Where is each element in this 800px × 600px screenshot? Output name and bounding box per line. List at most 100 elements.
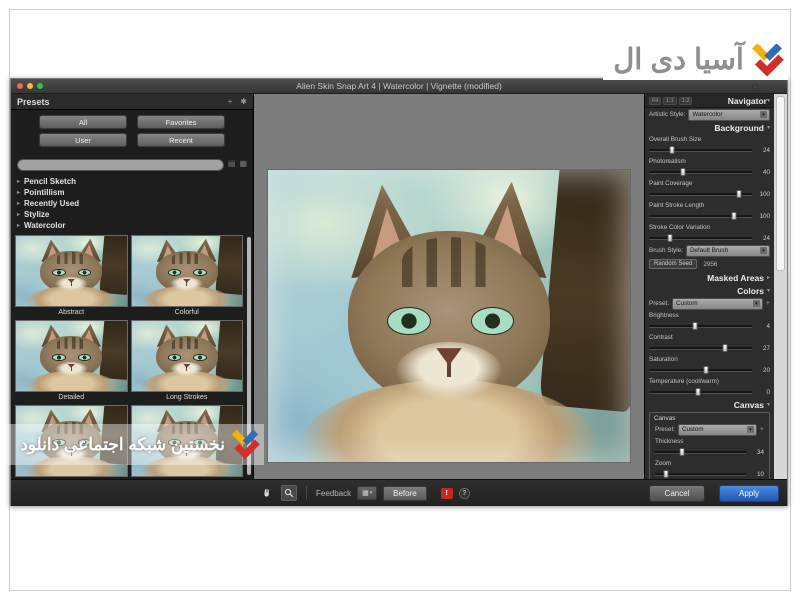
- slider-track[interactable]: [649, 171, 752, 174]
- section-header-canvas[interactable]: Canvas ▾: [645, 398, 774, 411]
- category-watercolor[interactable]: ▸Watercolor: [11, 220, 253, 231]
- canvas-group: Canvas Preset: Custom ▾ + Thickness 34: [649, 412, 770, 479]
- slider-track[interactable]: [649, 369, 752, 372]
- slider-knob[interactable]: [680, 168, 685, 176]
- thumbnail-image[interactable]: [131, 235, 244, 307]
- colors-preset-dropdown[interactable]: Custom ▾: [672, 298, 763, 310]
- filter-button-user[interactable]: User: [39, 133, 127, 147]
- slider-knob[interactable]: [680, 448, 685, 456]
- navigator-title: Navigator: [728, 96, 767, 106]
- filter-button-recent[interactable]: Recent: [137, 133, 225, 147]
- colors-preset-row: Preset: Custom ▾ +: [645, 297, 774, 310]
- slider-label: Brightness: [649, 312, 770, 319]
- slider-knob[interactable]: [663, 470, 668, 478]
- hand-tool-button[interactable]: [259, 485, 275, 501]
- hand-icon: [262, 488, 272, 498]
- title-bar: Alien Skin Snap Art 4 | Watercolor | Vig…: [11, 79, 787, 94]
- slider-label: Paint Stroke Length: [649, 202, 770, 209]
- zoom-button-1-2[interactable]: 1:2: [679, 97, 693, 105]
- window-controls[interactable]: [17, 83, 43, 89]
- canvas-preset-dropdown[interactable]: Custom ▾: [678, 424, 757, 436]
- thumbnail-label: Vignette: [131, 477, 244, 479]
- section-header-masked-areas[interactable]: Masked Areas ▸: [645, 271, 774, 284]
- slider-knob[interactable]: [693, 322, 698, 330]
- zoom-button-1-1[interactable]: 1:1: [663, 97, 677, 105]
- help-icon[interactable]: ?: [459, 488, 470, 499]
- thumbnail-image[interactable]: [15, 235, 128, 307]
- add-preset-icon[interactable]: +: [228, 97, 233, 106]
- preset-thumbnail-colorful[interactable]: Colorful: [131, 235, 244, 318]
- preset-thumbnail-detailed[interactable]: Detailed: [15, 320, 128, 403]
- banner-watermark: نخستین شبکه اجتماعی دانلود: [0, 424, 264, 465]
- slider-track[interactable]: [649, 325, 752, 328]
- preset-filter-buttons: All Favorites User Recent: [11, 110, 253, 152]
- slider-track[interactable]: [649, 391, 752, 394]
- section-header-colors[interactable]: Colors ▾: [645, 284, 774, 297]
- category-recently-used[interactable]: ▸Recently Used: [11, 198, 253, 209]
- thumbnail-image[interactable]: [131, 320, 244, 392]
- slider-thickness: Thickness 34: [651, 438, 768, 458]
- close-window-icon[interactable]: [17, 83, 23, 89]
- save-preset-icon[interactable]: +: [766, 300, 770, 307]
- slider-track[interactable]: [649, 215, 752, 218]
- category-stylize[interactable]: ▸Stylize: [11, 209, 253, 220]
- zoom-window-icon[interactable]: [37, 83, 43, 89]
- slider-knob[interactable]: [736, 190, 741, 198]
- zoom-tool-button[interactable]: [281, 485, 297, 501]
- apply-button[interactable]: Apply: [719, 485, 779, 502]
- disclosure-triangle-icon: ▸: [17, 178, 20, 185]
- brush-style-label: Brush Style:: [649, 247, 683, 254]
- artistic-style-dropdown[interactable]: Watercolor ▾: [688, 109, 770, 121]
- feedback-alert-icon[interactable]: !: [441, 488, 453, 499]
- filter-button-all[interactable]: All: [39, 115, 127, 129]
- category-pointillism[interactable]: ▸Pointillism: [11, 187, 253, 198]
- slider-knob[interactable]: [703, 366, 708, 374]
- slider-track[interactable]: [649, 193, 752, 196]
- grid-view-icon[interactable]: ▦: [239, 159, 247, 168]
- gear-icon[interactable]: ✱: [240, 97, 247, 106]
- cat-watercolor-image: [16, 321, 127, 391]
- minimize-window-icon[interactable]: [27, 83, 33, 89]
- preview-image[interactable]: [268, 170, 630, 462]
- slider-knob[interactable]: [696, 388, 701, 396]
- view-mode-dropdown[interactable]: ▦▾: [357, 486, 377, 500]
- chevron-down-icon: ▾: [747, 426, 754, 433]
- cat-watercolor-image: [132, 236, 243, 306]
- zoom-button-fit[interactable]: Fit: [649, 97, 661, 105]
- right-scrollbar-thumb[interactable]: [776, 96, 785, 271]
- slider-knob[interactable]: [723, 344, 728, 352]
- preset-thumbnail-abstract[interactable]: Abstract: [15, 235, 128, 318]
- chevron-down-icon: ▾: [760, 247, 767, 254]
- slider-knob[interactable]: [732, 212, 737, 220]
- cancel-button[interactable]: Cancel: [649, 485, 705, 502]
- category-pencil-sketch[interactable]: ▸Pencil Sketch: [11, 176, 253, 187]
- slider-overall-brush-size: Overall Brush Size 24: [645, 136, 774, 156]
- slider-knob[interactable]: [669, 146, 674, 154]
- thumbnail-label: Long Strokes: [131, 392, 244, 403]
- thumbnail-image[interactable]: [15, 320, 128, 392]
- slider-track[interactable]: [649, 347, 752, 350]
- preset-thumbnail-long-strokes[interactable]: Long Strokes: [131, 320, 244, 403]
- slider-track[interactable]: [649, 149, 752, 152]
- banner-logo: [230, 430, 260, 459]
- before-button[interactable]: Before: [383, 486, 427, 501]
- slider-track[interactable]: [655, 451, 746, 454]
- filter-button-favorites[interactable]: Favorites: [137, 115, 225, 129]
- save-canvas-preset-icon[interactable]: +: [760, 426, 764, 433]
- chevron-down-icon[interactable]: ▾: [767, 97, 770, 104]
- thumbnail-label: Colorful: [131, 307, 244, 318]
- random-seed-button[interactable]: Random Seed: [649, 259, 697, 269]
- list-view-icon[interactable]: ▤: [228, 159, 236, 168]
- slider-track[interactable]: [655, 473, 746, 476]
- right-scrollbar[interactable]: [774, 94, 787, 479]
- slider-label: Zoom: [655, 460, 764, 467]
- slider-track[interactable]: [649, 237, 752, 240]
- slider-label: Temperature (cool/warm): [649, 378, 770, 385]
- slider-knob[interactable]: [667, 234, 672, 242]
- brush-style-dropdown[interactable]: Default Brush ▾: [686, 245, 770, 257]
- navigator-bar: Fit1:11:2 Navigator ▾: [645, 94, 774, 108]
- slider-value: 24: [756, 147, 770, 154]
- search-input[interactable]: [17, 159, 224, 171]
- section-header-background[interactable]: Background ▾: [645, 121, 774, 134]
- slider-paint-stroke-length: Paint Stroke Length 100: [645, 202, 774, 222]
